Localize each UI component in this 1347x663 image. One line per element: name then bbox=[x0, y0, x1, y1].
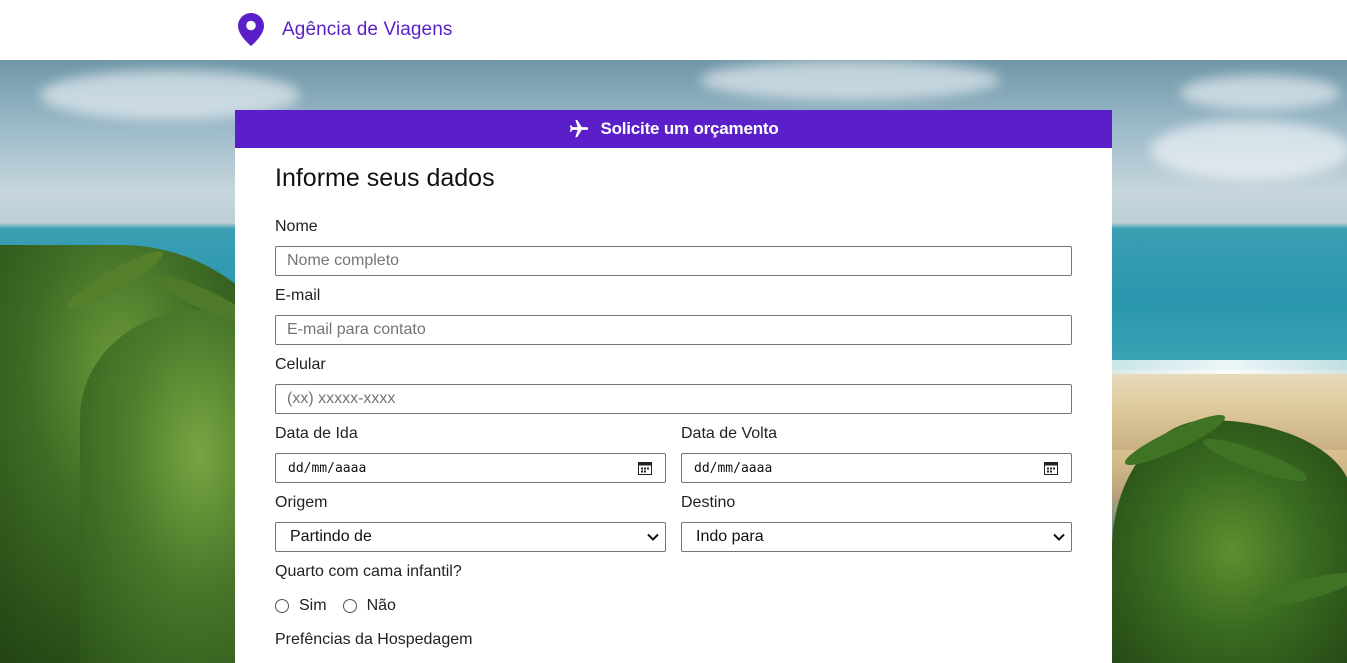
calendar-icon[interactable] bbox=[638, 461, 652, 475]
top-navbar: Agência de Viagens bbox=[0, 0, 1347, 60]
data-volta-label: Data de Volta bbox=[681, 425, 778, 442]
data-volta-value: dd/mm/aaaa bbox=[694, 460, 773, 476]
cama-infantil-options: Sim Não bbox=[275, 597, 412, 615]
data-ida-input[interactable]: dd/mm/aaaa bbox=[275, 453, 666, 483]
origem-select[interactable]: Partindo de bbox=[275, 522, 666, 552]
form-title: Informe seus dados bbox=[275, 164, 495, 192]
card-header: Solicite um orçamento bbox=[235, 110, 1112, 148]
data-ida-label: Data de Ida bbox=[275, 425, 358, 442]
nome-input[interactable] bbox=[275, 246, 1072, 276]
origem-selected: Partindo de bbox=[290, 528, 372, 545]
card-header-title: Solicite um orçamento bbox=[600, 119, 779, 138]
celular-label: Celular bbox=[275, 356, 326, 373]
cama-infantil-label: Quarto com cama infantil? bbox=[275, 563, 462, 580]
nome-label: Nome bbox=[275, 218, 318, 235]
brand-name: Agência de Viagens bbox=[282, 18, 453, 40]
brand[interactable]: Agência de Viagens bbox=[238, 13, 452, 46]
email-input[interactable] bbox=[275, 315, 1072, 345]
email-label: E-mail bbox=[275, 287, 321, 304]
origem-label: Origem bbox=[275, 494, 328, 511]
radio-nao-label[interactable]: Não bbox=[367, 597, 396, 615]
preferencias-label: Prefências da Hospedagem bbox=[275, 631, 473, 648]
data-ida-value: dd/mm/aaaa bbox=[288, 460, 367, 476]
destino-label: Destino bbox=[681, 494, 736, 511]
radio-sim-label[interactable]: Sim bbox=[299, 597, 327, 615]
radio-sim[interactable] bbox=[275, 599, 289, 613]
quote-form-card: Solicite um orçamento Informe seus dados… bbox=[235, 110, 1112, 663]
destino-select[interactable]: Indo para bbox=[681, 522, 1072, 552]
chevron-down-icon bbox=[1053, 533, 1065, 541]
airplane-icon bbox=[570, 119, 589, 138]
map-pin-icon bbox=[238, 13, 264, 46]
radio-nao[interactable] bbox=[342, 599, 357, 613]
calendar-icon[interactable] bbox=[1044, 461, 1058, 475]
data-volta-input[interactable]: dd/mm/aaaa bbox=[681, 453, 1072, 483]
chevron-down-icon bbox=[647, 533, 659, 541]
celular-input[interactable] bbox=[275, 384, 1072, 414]
destino-selected: Indo para bbox=[696, 528, 764, 545]
